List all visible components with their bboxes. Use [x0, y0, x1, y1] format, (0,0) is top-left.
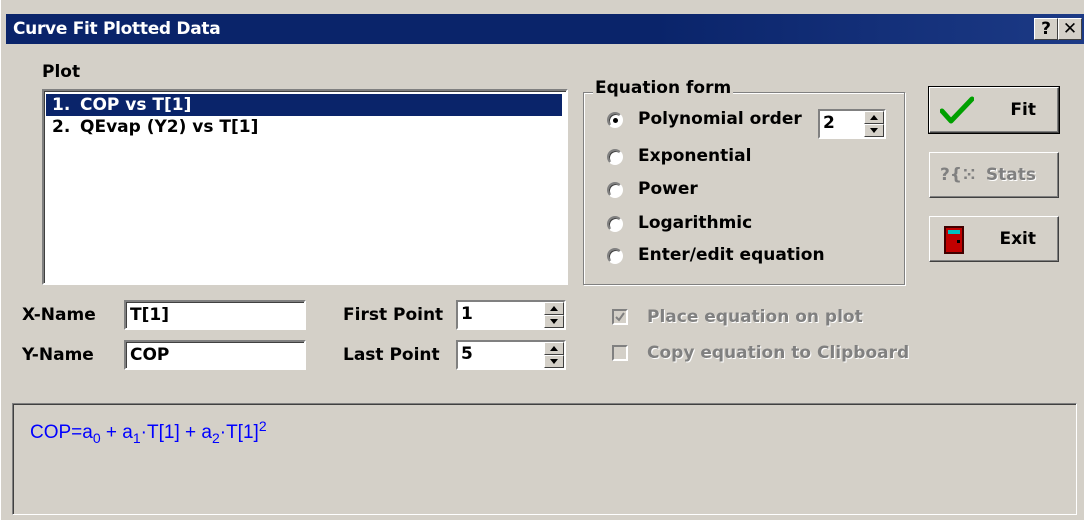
last-point-label: Last Point: [343, 345, 440, 365]
close-icon: ✕: [1062, 19, 1078, 39]
up-arrow-icon: [550, 346, 558, 351]
eq-sub: 1: [132, 430, 141, 446]
check-mark-icon: [615, 312, 625, 322]
radio-button[interactable]: [607, 149, 623, 165]
curve-fit-dialog: Curve Fit Plotted Data ? ✕ Plot 1. COP vs…: [0, 0, 1084, 520]
radio-button[interactable]: [607, 112, 623, 128]
radio-label: Logarithmic: [638, 213, 753, 233]
first-point-value: 1: [461, 304, 473, 324]
polynomial-order-value: 2: [823, 113, 835, 133]
list-item-number: 2.: [52, 117, 71, 137]
polynomial-order-spinner[interactable]: 2: [818, 109, 886, 139]
first-point-label: First Point: [343, 305, 444, 325]
spin-down-button[interactable]: [544, 315, 564, 328]
plot-list-item-1[interactable]: 1. COP vs T[1]: [46, 94, 562, 116]
down-arrow-icon: [870, 128, 878, 133]
first-point-spinner[interactable]: 1: [456, 300, 566, 330]
radio-button[interactable]: [607, 216, 623, 232]
down-arrow-icon: [550, 319, 558, 324]
list-item-text: COP vs T[1]: [80, 95, 192, 115]
spin-up-button[interactable]: [864, 111, 884, 124]
radio-label: Polynomial order: [638, 109, 802, 129]
eq-part: ·T[1] + a: [140, 422, 212, 443]
radio-label: Enter/edit equation: [638, 245, 825, 265]
down-arrow-icon: [550, 359, 558, 364]
eq-part: COP=a: [30, 422, 93, 443]
y-name-label: Y-Name: [22, 345, 94, 365]
title-bar[interactable]: Curve Fit Plotted Data ? ✕: [6, 14, 1084, 44]
radio-label: Power: [638, 179, 698, 199]
spin-up-button[interactable]: [544, 302, 564, 315]
plot-list-item-2[interactable]: 2. QEvap (Y2) vs T[1]: [46, 116, 562, 138]
eq-part: ·T[1]: [219, 422, 259, 443]
stats-button[interactable]: ?{⁙ Stats: [929, 152, 1059, 198]
eq-part: + a: [100, 422, 133, 443]
spinner-arrows: [544, 302, 564, 328]
spinner-arrows: [864, 111, 884, 137]
radio-label: Exponential: [638, 146, 752, 166]
eq-sub: 0: [92, 430, 101, 446]
spin-down-button[interactable]: [864, 124, 884, 137]
checkbox[interactable]: [612, 345, 628, 361]
exit-label: Exit: [999, 229, 1036, 249]
checkbox[interactable]: [612, 309, 628, 325]
exit-button[interactable]: Exit: [929, 216, 1059, 262]
radio-button[interactable]: [607, 182, 623, 198]
plot-label: Plot: [42, 62, 81, 82]
equation-form-title: Equation form: [593, 78, 734, 98]
last-point-value: 5: [461, 344, 473, 364]
x-name-label: X-Name: [22, 305, 96, 325]
place-equation-label: Place equation on plot: [647, 307, 863, 327]
list-item-text: QEvap (Y2) vs T[1]: [80, 117, 259, 137]
up-arrow-icon: [550, 306, 558, 311]
x-name-input[interactable]: T[1]: [124, 300, 306, 330]
spinner-arrows: [544, 342, 564, 368]
radio-button[interactable]: [607, 248, 623, 264]
fit-button[interactable]: Fit: [928, 86, 1060, 134]
checkmark-icon: [940, 96, 974, 124]
help-button[interactable]: ?: [1034, 18, 1058, 40]
y-name-input[interactable]: COP: [124, 340, 306, 370]
list-item-number: 1.: [52, 95, 71, 115]
fit-label: Fit: [1010, 100, 1036, 120]
window-title: Curve Fit Plotted Data: [13, 19, 221, 39]
close-button[interactable]: ✕: [1058, 18, 1082, 40]
door-icon: [944, 226, 964, 254]
window-left-edge: [0, 0, 6, 520]
stats-icon: ?{⁙: [940, 165, 977, 185]
radio-dot-icon: [613, 118, 618, 123]
up-arrow-icon: [870, 115, 878, 120]
equation-text: COP=a0 + a1·T[1] + a2·T[1]2: [30, 418, 267, 446]
spin-down-button[interactable]: [544, 355, 564, 368]
eq-sub: 2: [211, 430, 220, 446]
plot-listbox[interactable]: 1. COP vs T[1] 2. QEvap (Y2) vs T[1]: [42, 89, 568, 285]
copy-equation-label: Copy equation to Clipboard: [647, 343, 910, 363]
stats-label: Stats: [985, 165, 1036, 185]
last-point-spinner[interactable]: 5: [456, 340, 566, 370]
eq-sup: 2: [258, 418, 267, 434]
spin-up-button[interactable]: [544, 342, 564, 355]
